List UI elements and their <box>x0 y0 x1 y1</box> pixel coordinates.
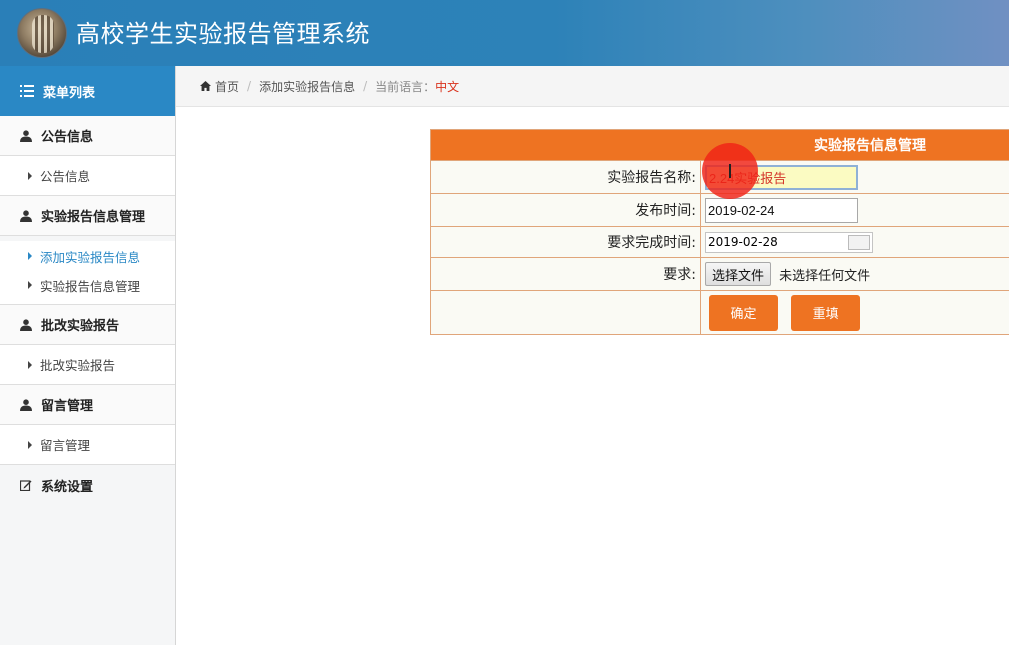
user-icon <box>20 129 32 142</box>
publish-date-label: 发布时间: <box>430 193 701 227</box>
breadcrumb-separator: / <box>363 79 368 93</box>
caret-right-icon <box>28 281 32 289</box>
deadline-label: 要求完成时间: <box>430 226 701 258</box>
logo-image <box>17 8 67 58</box>
app-header: 高校学生实验报告管理系统 <box>0 0 1009 66</box>
sidebar-group-label: 实验报告信息管理 <box>41 210 146 225</box>
submit-button[interactable]: 确定 <box>709 294 778 331</box>
sidebar-settings-label: 系统设置 <box>41 479 94 495</box>
user-icon <box>20 318 32 331</box>
user-icon <box>20 398 32 411</box>
sidebar-group-announcements[interactable]: 公告信息 <box>0 116 175 156</box>
breadcrumb: 首页 / 添加实验报告信息 / 当前语言： 中文 <box>176 66 1009 107</box>
caret-right-icon <box>28 440 32 449</box>
sidebar-item-grading[interactable]: 批改实验报告 <box>0 345 175 385</box>
sidebar-item-label: 公告信息 <box>40 169 91 184</box>
sidebar-group-label: 留言管理 <box>41 399 94 414</box>
sidebar-item-label: 留言管理 <box>40 438 91 453</box>
sidebar-item-add-report[interactable]: 添加实验报告信息 <box>0 241 175 271</box>
publish-date-input[interactable] <box>705 197 858 223</box>
form-title: 实验报告信息管理 <box>430 129 1009 161</box>
app-title: 高校学生实验报告管理系统 <box>76 20 370 48</box>
caret-right-icon <box>28 360 32 369</box>
language-value[interactable]: 中文 <box>435 78 459 95</box>
sidebar-group-label: 批改实验报告 <box>41 319 120 334</box>
sidebar-item-label: 添加实验报告信息 <box>40 249 141 265</box>
list-icon <box>20 85 34 97</box>
home-icon <box>200 80 211 92</box>
sidebar: 菜单列表 公告信息 公告信息 实验报告信息管理 添加实验报告信息 实验报告信息管… <box>0 66 176 645</box>
breadcrumb-separator: / <box>247 79 252 93</box>
deadline-date-picker[interactable]: 2019-02-28 <box>705 231 873 253</box>
sidebar-item-label: 实验报告信息管理 <box>40 278 141 294</box>
deadline-value: 2019-02-28 <box>708 235 778 249</box>
menu-heading: 菜单列表 <box>0 66 175 116</box>
report-name-input[interactable] <box>705 164 858 190</box>
report-name-label: 实验报告名称: <box>430 160 701 194</box>
sidebar-item-settings[interactable]: 系统设置 <box>0 465 175 505</box>
sidebar-group-messages[interactable]: 留言管理 <box>0 385 175 425</box>
sidebar-group-grading[interactable]: 批改实验报告 <box>0 305 175 345</box>
sidebar-item-announcements[interactable]: 公告信息 <box>0 156 175 196</box>
breadcrumb-current: 添加实验报告信息 <box>259 79 356 94</box>
language-label: 当前语言： <box>375 79 436 94</box>
choose-file-button[interactable]: 选择文件 <box>705 262 772 286</box>
reset-button[interactable]: 重填 <box>791 294 861 331</box>
file-status-text: 未选择任何文件 <box>779 268 871 284</box>
sidebar-item-report-management[interactable]: 实验报告信息管理 <box>0 271 175 305</box>
requirement-label: 要求: <box>430 257 701 291</box>
sidebar-item-label: 批改实验报告 <box>40 358 116 373</box>
sidebar-group-report-management[interactable]: 实验报告信息管理 <box>0 196 175 236</box>
sidebar-group-label: 公告信息 <box>41 130 94 145</box>
caret-right-icon <box>28 171 32 180</box>
sidebar-item-messages[interactable]: 留言管理 <box>0 425 175 465</box>
text-cursor-icon <box>729 164 731 178</box>
report-form: 实验报告信息管理 实验报告名称: 发布时间: 要求完成时间: 2019-02-2… <box>430 129 1009 335</box>
calendar-icon[interactable] <box>848 234 870 250</box>
edit-icon <box>20 480 32 491</box>
caret-right-icon <box>28 252 32 260</box>
breadcrumb-home[interactable]: 首页 <box>215 78 239 95</box>
user-icon <box>20 209 32 222</box>
menu-heading-label: 菜单列表 <box>43 85 96 101</box>
